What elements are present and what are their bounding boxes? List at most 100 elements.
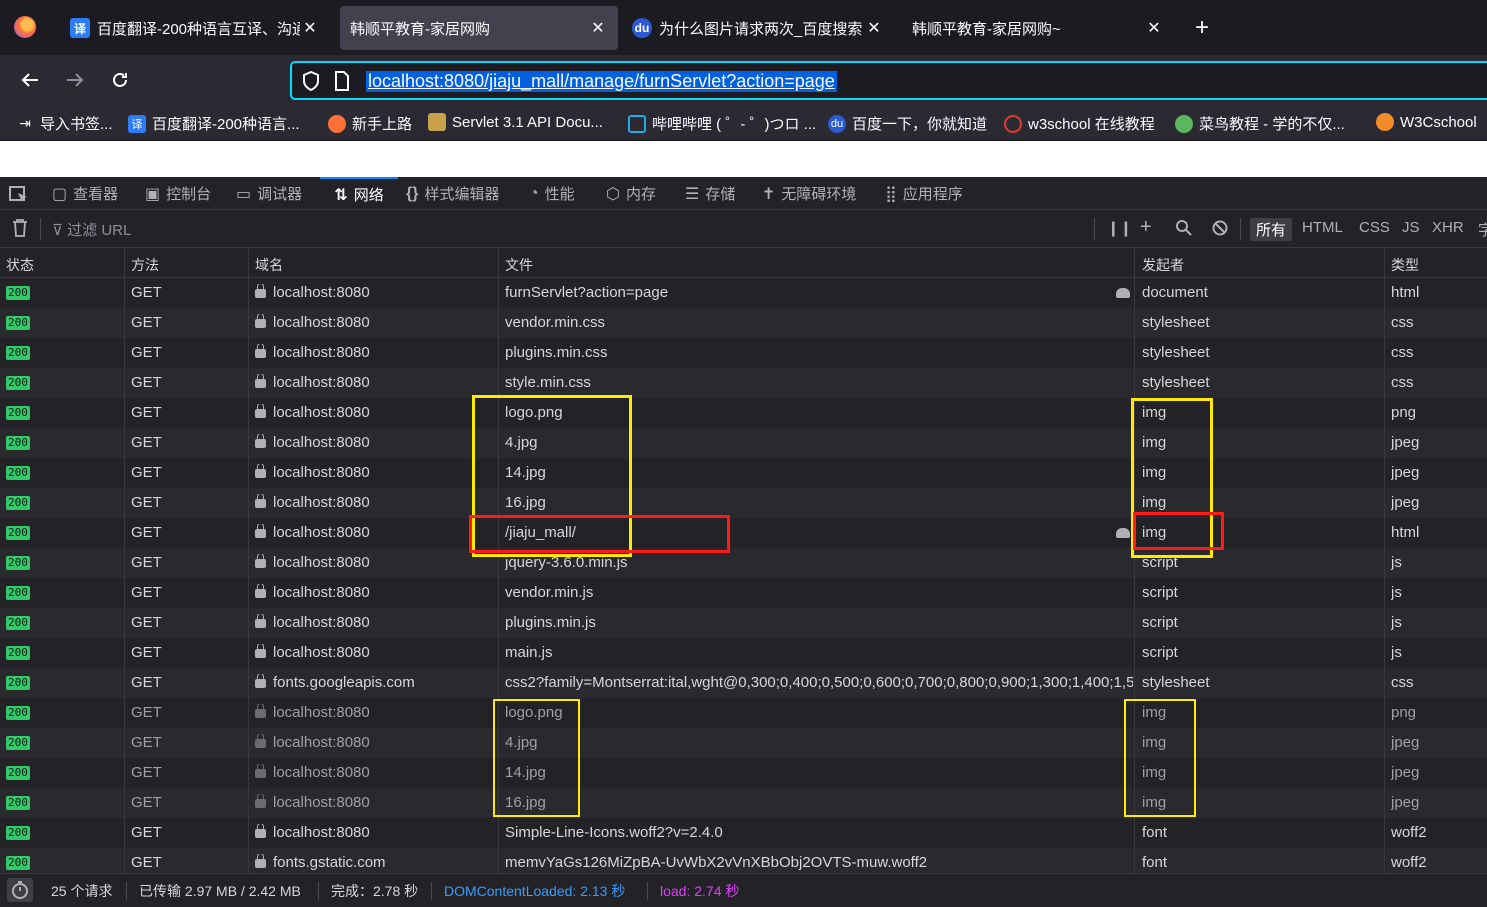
domain-text: localhost:8080 — [273, 404, 370, 421]
console-icon: ▣ — [145, 185, 161, 203]
url-bar[interactable]: localhost:8080/jiaju_mall/manage/furnSer… — [290, 61, 1487, 100]
request-file: logo.png — [505, 704, 563, 721]
filter-xhr[interactable]: XHR — [1432, 219, 1464, 236]
column-type[interactable]: 类型 — [1391, 255, 1419, 275]
request-row[interactable]: 200 GET localhost:8080 plugins.min.css style… — [0, 338, 1487, 368]
back-button[interactable] — [15, 65, 45, 95]
browser-tab-fanyi[interactable]: 译 百度翻译-200种语言互译、沟通 ✕ — [60, 6, 330, 50]
request-row[interactable]: 200 GET localhost:8080 plugins.min.js script… — [0, 608, 1487, 638]
request-type: png — [1391, 704, 1417, 721]
request-row[interactable]: 200 GET localhost:8080 vendor.min.js script j… — [0, 578, 1487, 608]
request-row[interactable]: 200 GET localhost:8080 Simple-Line-Icons.wo… — [0, 818, 1487, 848]
divider — [40, 218, 41, 240]
performance-analysis-button[interactable] — [6, 877, 34, 906]
clear-button[interactable] — [11, 218, 29, 242]
tab-storage[interactable]: ☰ 存储 — [685, 177, 735, 210]
tab-performance[interactable]: ◔ 性能 — [529, 177, 575, 210]
domain-text: localhost:8080 — [273, 494, 370, 511]
request-row[interactable]: 200 GET fonts.googleapis.com css2?family=Mo… — [0, 668, 1487, 698]
column-method[interactable]: 方法 — [131, 255, 159, 275]
reload-button[interactable] — [105, 65, 135, 95]
tab-console[interactable]: ▣ 控制台 — [145, 177, 211, 210]
request-initiator: img — [1142, 464, 1167, 481]
request-row[interactable]: 200 GET localhost:8080 4.jpg img jpeg — [0, 728, 1487, 758]
request-row[interactable]: 200 GET localhost:8080 4.jpg img jpeg — [0, 428, 1487, 458]
close-icon[interactable]: ✕ — [588, 18, 608, 38]
request-row[interactable]: 200 GET localhost:8080/jiaju_mall/img html — [0, 518, 1487, 548]
shield-icon[interactable] — [302, 70, 320, 96]
block-button[interactable] — [1211, 219, 1229, 241]
column-domain[interactable]: 域名 — [255, 255, 283, 275]
request-row[interactable]: 200 GET localhost:8080 style.min.css stylesh… — [0, 368, 1487, 398]
browser-tab-jiaju-2[interactable]: 韩顺平教育-家居网购~ ✕ — [902, 6, 1174, 50]
bookmark-baidu[interactable]: du 百度一下，你就知道 — [828, 113, 987, 134]
summary-transferred: 已传输 2.97 MB / 2.42 MB — [139, 883, 301, 899]
bookmark-import[interactable]: ⇥ 导入书签... — [16, 113, 112, 134]
bookmark-w3cschool[interactable]: W3Cschool — [1376, 113, 1477, 131]
pause-button[interactable]: ❙❙ — [1107, 219, 1132, 237]
close-icon[interactable]: ✕ — [300, 18, 320, 38]
add-request-button[interactable]: + — [1140, 216, 1152, 239]
storage-icon: ☰ — [685, 185, 700, 203]
column-file[interactable]: 文件 — [505, 255, 533, 275]
search-button[interactable] — [1175, 219, 1193, 241]
filter-html[interactable]: HTML — [1302, 219, 1343, 236]
request-row[interactable]: 200 GET localhost:8080 main.js script js — [0, 638, 1487, 668]
close-icon[interactable]: ✕ — [1144, 18, 1164, 38]
bookmark-fanyi[interactable]: 译 百度翻译-200种语言... — [128, 113, 300, 134]
bookmark-servlet-api[interactable]: Servlet 3.1 API Docu... — [428, 113, 603, 131]
request-row[interactable]: 200 GET localhost:8080 16.jpg img jpeg — [0, 488, 1487, 518]
column-divider — [124, 248, 125, 873]
bookmark-bilibili[interactable]: 哔哩哔哩 ( ゜- ゜)つロ ... — [628, 113, 816, 134]
tab-debugger[interactable]: ▭ 调试器 — [236, 177, 302, 210]
browser-tab-jiaju[interactable]: 韩顺平教育-家居网购 ✕ — [340, 6, 618, 50]
tab-inspector[interactable]: ▢ 查看器 — [52, 177, 118, 210]
tab-application[interactable]: ⣿ 应用程序 — [885, 177, 963, 210]
page-icon[interactable] — [334, 71, 350, 96]
firefox-icon[interactable] — [14, 16, 36, 38]
request-method: GET — [131, 314, 162, 331]
request-row[interactable]: 200 GET localhost:8080 14.jpg img jpeg — [0, 758, 1487, 788]
forward-button[interactable] — [60, 65, 90, 95]
tab-style-editor[interactable]: {} 样式编辑器 — [406, 177, 499, 210]
tab-memory[interactable]: ⬡ 内存 — [606, 177, 656, 210]
tab-accessibility[interactable]: ✝ 无障碍环境 — [762, 177, 856, 210]
request-file: vendor.min.js — [505, 584, 594, 601]
request-method: GET — [131, 284, 162, 301]
lock-icon — [255, 584, 266, 598]
status-badge: 200 — [6, 796, 30, 810]
column-initiator[interactable]: 发起者 — [1142, 255, 1184, 275]
filter-css[interactable]: CSS — [1359, 219, 1390, 236]
column-status[interactable]: 状态 — [6, 255, 34, 275]
filter-url-input[interactable]: ⊽ 过滤 URL — [52, 219, 131, 240]
request-method: GET — [131, 344, 162, 361]
new-tab-button[interactable]: + — [1195, 14, 1209, 42]
element-picker-button[interactable] — [8, 177, 30, 210]
url-text[interactable]: localhost:8080/jiaju_mall/manage/furnSer… — [366, 71, 837, 92]
accessibility-icon: ✝ — [762, 185, 776, 203]
filter-all[interactable]: 所有 — [1250, 218, 1293, 241]
request-method: GET — [131, 464, 162, 481]
filter-js[interactable]: JS — [1402, 219, 1420, 236]
filter-fonts[interactable]: 字 — [1478, 219, 1487, 240]
browser-tab-baidu-search[interactable]: du 为什么图片请求两次_百度搜索 ✕ — [622, 6, 894, 50]
close-icon[interactable]: ✕ — [864, 18, 884, 38]
tab-network[interactable]: ⇅ 网络 — [320, 177, 398, 210]
request-method: GET — [131, 674, 162, 691]
bookmark-w3school[interactable]: w3school 在线教程 — [1004, 113, 1155, 134]
request-domain: localhost:8080 — [255, 734, 370, 751]
trash-icon — [13, 219, 27, 237]
request-row[interactable]: 200 GET localhost:8080 16.jpg img jpeg — [0, 788, 1487, 818]
request-initiator: stylesheet — [1142, 314, 1210, 331]
request-row[interactable]: 200 GET localhost:8080 furnServlet?action=p… — [0, 278, 1487, 308]
tab-title: 韩顺平教育-家居网购~ — [912, 20, 1061, 38]
request-row[interactable]: 200 GET localhost:8080 14.jpg img jpeg — [0, 458, 1487, 488]
request-row[interactable]: 200 GET localhost:8080 jquery-3.6.0.min.js s… — [0, 548, 1487, 578]
request-row[interactable]: 200 GET localhost:8080 vendor.min.css styles… — [0, 308, 1487, 338]
request-method: GET — [131, 794, 162, 811]
request-row[interactable]: 200 GET localhost:8080 logo.png img png — [0, 698, 1487, 728]
lock-icon — [255, 434, 266, 448]
bookmark-getting-started[interactable]: 新手上路 — [328, 113, 412, 134]
request-row[interactable]: 200 GET localhost:8080 logo.png img png — [0, 398, 1487, 428]
bookmark-runoob[interactable]: 菜鸟教程 - 学的不仅... — [1175, 113, 1345, 134]
